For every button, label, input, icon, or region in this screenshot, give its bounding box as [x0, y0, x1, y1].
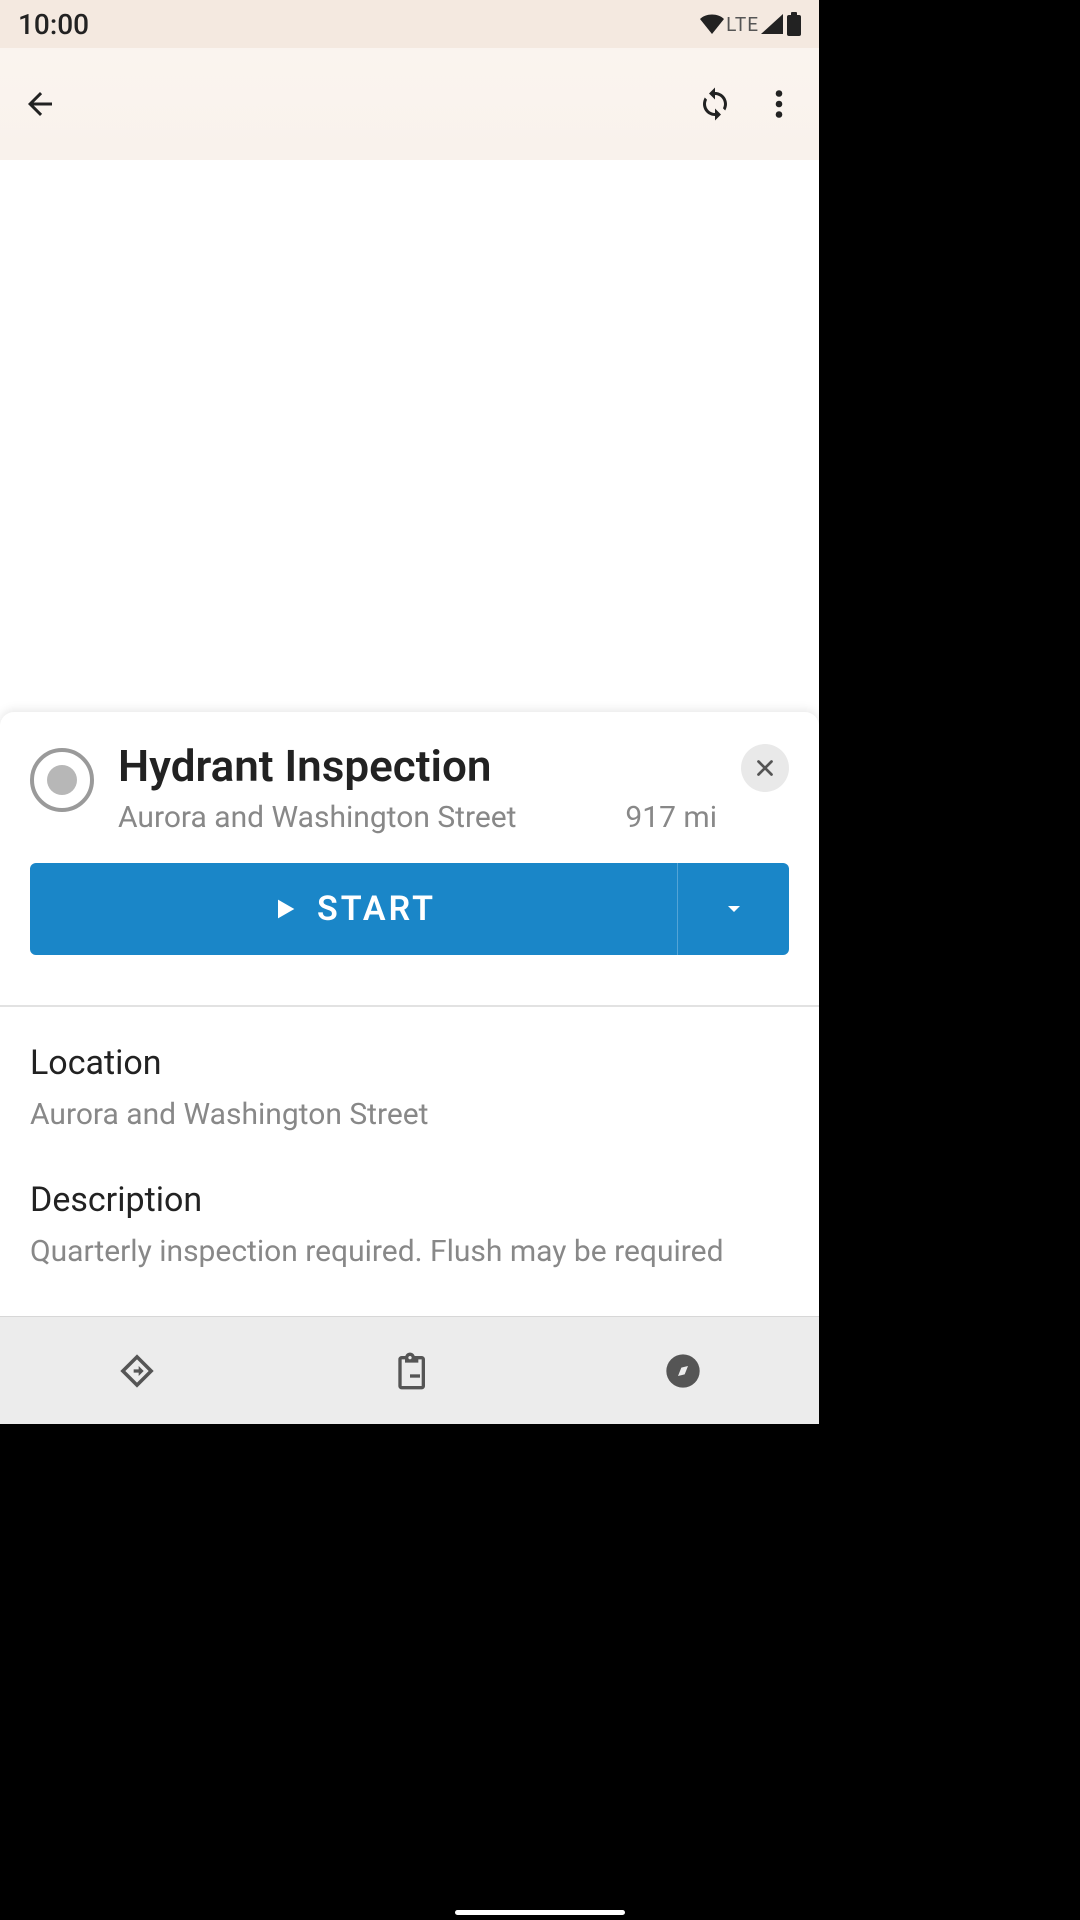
start-button[interactable]: START [30, 863, 677, 955]
sync-icon [697, 86, 733, 122]
start-button-row: START [30, 863, 789, 955]
location-value: Aurora and Washington Street [30, 1095, 789, 1136]
map-node-valve-3 [386, 382, 430, 426]
location-label: Location [30, 1043, 789, 1083]
status-time: 10:00 [18, 8, 89, 41]
locate-button[interactable] [721, 204, 793, 276]
battery-icon [787, 12, 801, 36]
arrow-left-icon [22, 86, 58, 122]
task-subtitle: Aurora and Washington Street [118, 800, 516, 835]
status-bar: 10:00 LTE [0, 0, 819, 48]
map-node-valve-1 [360, 490, 404, 534]
task-card[interactable]: Hydrant Inspection Aurora and Washington… [0, 712, 819, 1424]
more-vert-icon [761, 86, 797, 122]
map-current-location [382, 408, 438, 464]
location-section: Location Aurora and Washington Street [0, 1007, 819, 1160]
nav-clipboard[interactable] [273, 1317, 546, 1424]
play-icon [271, 895, 299, 923]
task-distance: 917 mi [625, 800, 717, 835]
close-icon [752, 755, 778, 781]
network-label: LTE [726, 13, 759, 36]
description-label: Description [30, 1180, 789, 1220]
bottom-nav [0, 1316, 819, 1424]
nav-compass[interactable] [546, 1317, 819, 1424]
nav-directions[interactable] [0, 1317, 273, 1424]
description-section: Description Quarterly inspection require… [0, 1160, 819, 1297]
directions-icon [117, 1351, 157, 1391]
app-bar [0, 48, 819, 160]
crosshair-icon [740, 223, 774, 257]
home-indicator[interactable] [0, 1904, 1080, 1920]
sync-button[interactable] [683, 72, 747, 136]
map-node-valve-2 [466, 378, 510, 422]
map-node-valve-4 [768, 682, 812, 712]
start-label: START [317, 889, 436, 929]
more-button[interactable] [747, 72, 811, 136]
map-node-purple [146, 462, 190, 506]
chevron-down-icon [722, 897, 746, 921]
compass-icon [663, 1351, 703, 1391]
signal-icon [761, 14, 783, 34]
description-value: Quarterly inspection required. Flush may… [30, 1232, 789, 1273]
wifi-icon [700, 14, 724, 34]
task-type-icon [30, 748, 94, 812]
back-button[interactable] [8, 72, 72, 136]
close-button[interactable] [741, 744, 789, 792]
clipboard-icon [390, 1351, 430, 1391]
task-title: Hydrant Inspection [118, 742, 717, 790]
start-dropdown[interactable] [677, 863, 789, 955]
